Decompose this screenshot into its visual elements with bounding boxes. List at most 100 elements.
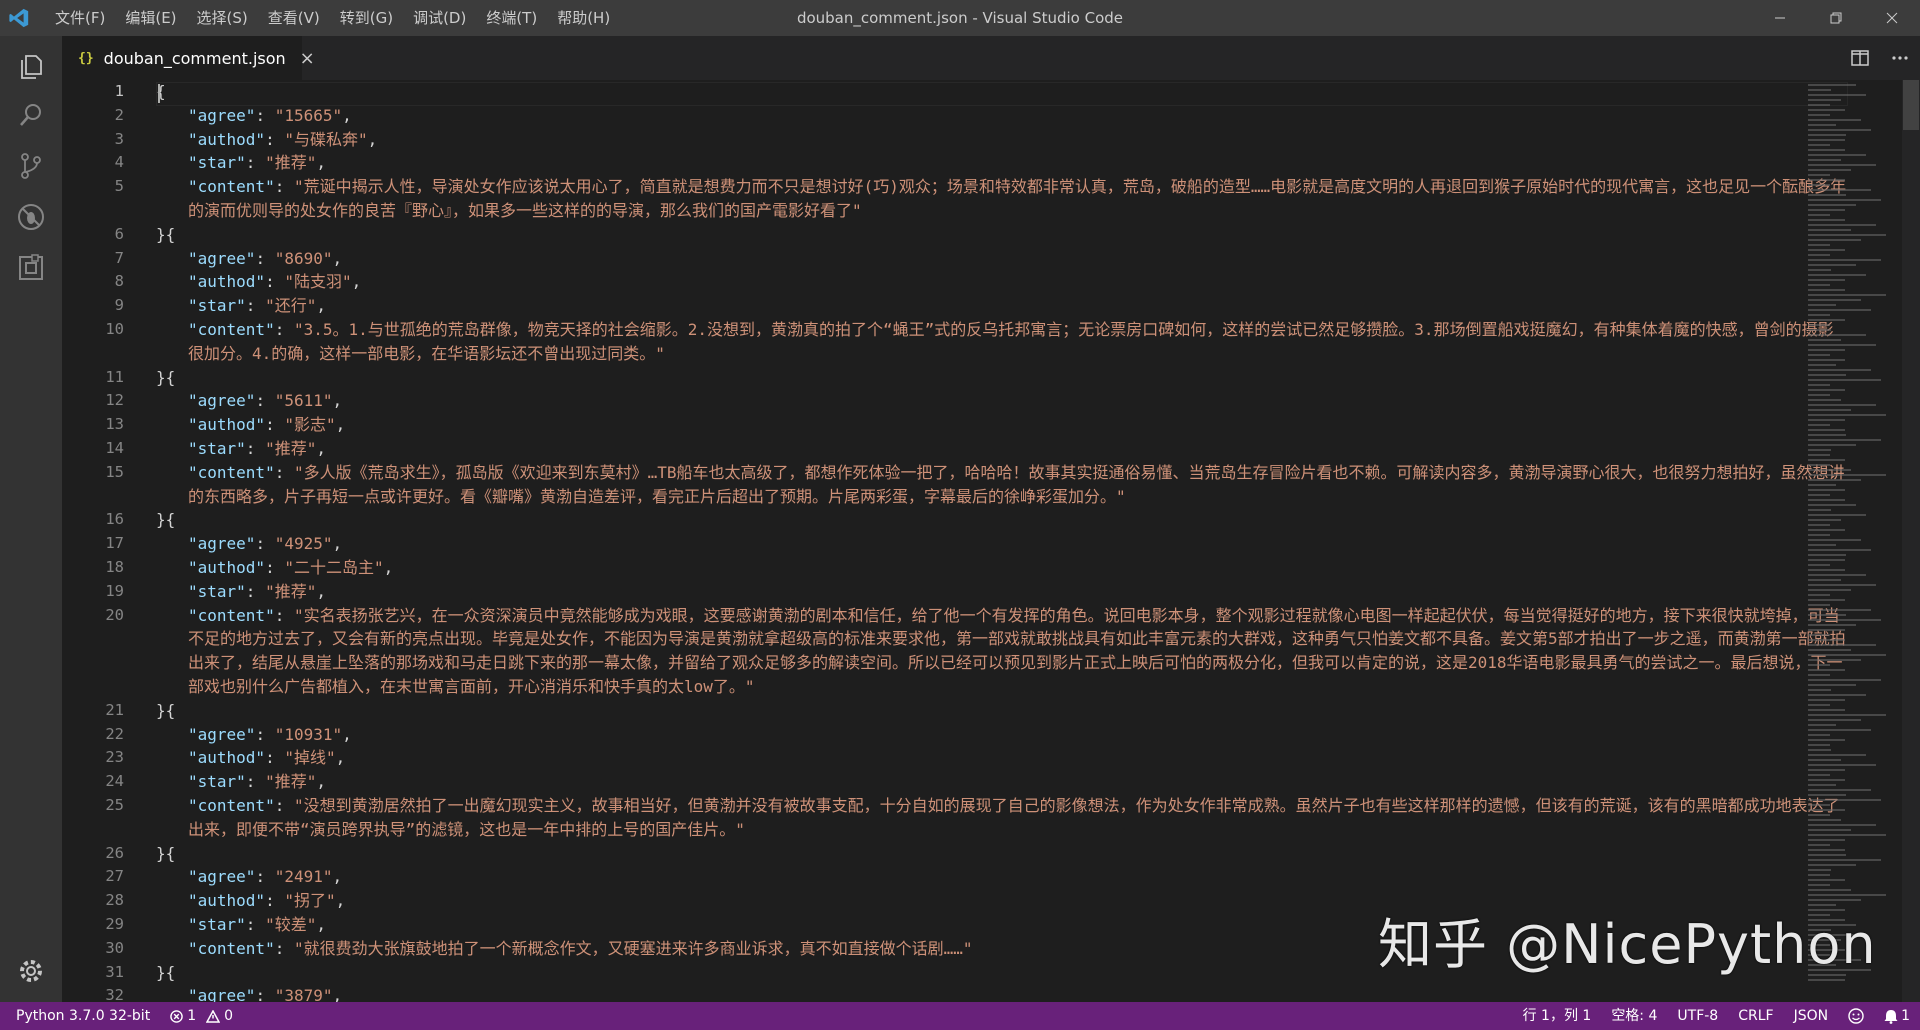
json-key: "authod" [188,272,266,292]
menu-help[interactable]: 帮助(H) [547,0,620,36]
vertical-scrollbar[interactable] [1902,80,1920,1002]
json-key: "content" [188,177,275,197]
minimap-line [1808,404,1876,406]
property-line[interactable]: "authod": "与碟私奔", [156,128,377,152]
menu-go[interactable]: 转到(G) [330,0,403,36]
property-line[interactable]: "authod": "拐了", [156,889,345,913]
line-number: 21 [105,700,124,719]
property-line[interactable]: "star": "推荐", [156,770,326,794]
problems-indicator[interactable]: 1 0 [160,1002,243,1030]
menu-selection[interactable]: 选择(S) [187,0,258,36]
minimap-line [1808,199,1881,201]
property-line[interactable]: "agree": "8690", [156,247,342,271]
activity-settings[interactable] [0,940,62,1002]
more-actions-button[interactable] [1880,36,1920,80]
colon: : [245,915,266,934]
property-line[interactable]: "content": "没想到黄渤居然拍了一出魔幻现实主义，故事相当好，但黄渤并… [156,794,1848,842]
minimap-line [1808,234,1886,236]
property-line[interactable]: "star": "推荐", [156,437,326,461]
json-key: "authod" [188,129,266,149]
property-line[interactable]: "authod": "陆支羽", [156,270,361,294]
brace-line[interactable]: }{ [156,699,175,723]
minimap-line [1808,764,1876,766]
property-line[interactable]: "star": "推荐", [156,151,326,175]
language-mode[interactable]: JSON [1784,1002,1839,1030]
watermark: 知乎 @NicePython [1378,913,1877,976]
property-line[interactable]: "agree": "5611", [156,389,342,413]
minimap-line [1808,254,1830,256]
property-line[interactable]: "authod": "掉线", [156,746,345,770]
menu-file[interactable]: 文件(F) [45,0,115,36]
tab-bar: {} douban_comment.json × [62,36,1920,80]
notifications-button[interactable]: 1 [1874,1002,1920,1030]
brace-line[interactable]: }{ [156,842,175,866]
activity-extensions[interactable] [0,237,62,299]
brace-line[interactable]: }{ [156,508,175,532]
property-line[interactable]: "authod": "影志", [156,413,345,437]
line-number: 11 [105,367,124,386]
minimap-line [1808,559,1845,561]
colon: : [274,938,294,958]
minimap-line [1808,744,1830,746]
minimap-line [1808,669,1845,671]
brace-line[interactable]: }{ [156,223,175,247]
encoding[interactable]: UTF-8 [1667,1002,1728,1030]
colon: : [274,320,294,339]
json-key: "agree" [188,534,256,554]
property-line[interactable]: "content": "实名表扬张艺兴，在一众资深演员中竟然能够成为戏眼，这要感… [156,604,1848,699]
property-line[interactable]: "content": "3.5。1.与世孤绝的荒岛群像，物竞天择的社会缩影。2.… [156,318,1848,366]
menu-debug[interactable]: 调试(D) [403,0,476,36]
cursor-position[interactable]: 行 1，列 1 [1513,1002,1602,1030]
json-key: "star" [188,772,246,792]
minimap-line [1808,114,1830,116]
json-key: "star" [188,581,246,601]
json-string-value: "3879" [274,986,333,1002]
minimap-line [1808,489,1845,491]
minimap-line [1808,544,1836,546]
minimap-line [1808,369,1871,371]
property-line[interactable]: "content": "多人版《荒岛求生》，孤岛版《欢迎来到东莫村》…TB船车也… [156,461,1848,509]
python-interpreter[interactable]: Python 3.7.0 32-bit [0,1002,160,1030]
split-editor-button[interactable] [1840,36,1880,80]
tab-close-button[interactable]: × [300,48,315,69]
minimap[interactable] [1804,80,1900,1002]
scrollbar-thumb[interactable] [1903,80,1919,130]
property-line[interactable]: "content": "荒诞中揭示人性，导演处女作应该说太用心了，简直就是想费力… [156,175,1848,223]
close-icon [1886,12,1898,24]
property-line[interactable]: "agree": "10931", [156,723,352,747]
menu-view[interactable]: 查看(V) [258,0,330,36]
line-number: 12 [105,391,124,410]
tab-douban-comment-json[interactable]: {} douban_comment.json × [62,36,315,80]
colon: : [255,105,275,125]
colon: : [245,153,266,173]
minimap-line [1808,424,1830,426]
property-line[interactable]: "star": "还行", [156,294,326,318]
menu-edit[interactable]: 编辑(E) [115,0,186,36]
minimap-line [1808,824,1876,826]
close-window-button[interactable] [1864,0,1920,36]
minimap-line [1808,304,1836,306]
error-icon [170,1009,183,1023]
restore-button[interactable] [1808,0,1864,36]
indentation[interactable]: 空格: 4 [1601,1002,1667,1030]
bell-icon [1884,1009,1898,1024]
editor[interactable]: 1 2 3 4 5 6 7 8 9 10 11 12 13 14 15 16 17 18 19 20 21 22 23 24 2… [62,80,1920,1002]
minimap-line [1808,244,1830,246]
property-line[interactable]: "agree": "15665", [156,104,352,128]
property-line[interactable]: "agree": "3879", [156,984,342,1002]
feedback-button[interactable] [1838,1002,1874,1030]
minimap-line [1808,319,1845,321]
line-ending[interactable]: CRLF [1728,1002,1783,1030]
minimize-button[interactable] [1752,0,1808,36]
brace-line[interactable]: }{ [156,366,175,390]
menu-terminal[interactable]: 终端(T) [476,0,547,36]
property-line[interactable]: "content": "就很费劲大张旗鼓地拍了一个新概念作文，又硬塞进来许多商业… [156,937,973,961]
line-number: 26 [105,843,124,862]
brace-line[interactable]: }{ [156,961,175,985]
property-line[interactable]: "star": "较差", [156,913,326,937]
property-line[interactable]: "agree": "4925", [156,532,342,556]
line-number: 3 [114,129,124,148]
property-line[interactable]: "agree": "2491", [156,865,342,889]
property-line[interactable]: "star": "推荐", [156,580,326,604]
property-line[interactable]: "authod": "二十二岛主", [156,556,393,580]
